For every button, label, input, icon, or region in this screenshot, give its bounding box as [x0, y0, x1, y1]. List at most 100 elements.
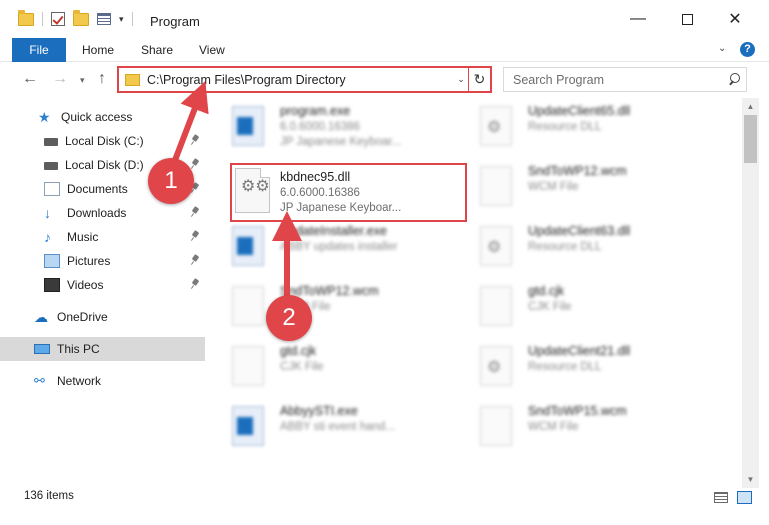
sidebar-item-pictures[interactable]: Pictures: [0, 249, 205, 273]
file-name: gtd.cjk: [280, 344, 317, 358]
divider: [42, 12, 43, 26]
file-name: kbdnec95.dll: [280, 170, 351, 184]
address-bar[interactable]: C:\Program Files\Program Directory ⌄ ↻: [117, 66, 492, 93]
address-history-chevron-icon[interactable]: ⌄: [454, 74, 468, 85]
sidebar-item-label: Music: [67, 230, 99, 244]
tab-file[interactable]: File: [12, 38, 66, 62]
file-type: Resource DLL: [528, 241, 602, 253]
ribbon-tabs: File Home Share View ⌄ ?: [0, 38, 769, 62]
sidebar-item-downloads[interactable]: ↓ Downloads: [0, 201, 205, 225]
up-button[interactable]: ↑: [98, 70, 106, 88]
settings-file-icon: [480, 346, 512, 386]
cloud-icon: ☁: [34, 309, 48, 325]
highlighted-file-item[interactable]: ⚙⚙ kbdnec95.dll 6.0.6000.16386 JP Japane…: [230, 163, 467, 222]
scroll-down-arrow-icon[interactable]: ▼: [742, 471, 759, 488]
search-icon[interactable]: [726, 70, 746, 90]
file-name: gtd.cjk: [528, 284, 565, 298]
file-item[interactable]: UpdateClient21.dll Resource DLL: [458, 338, 698, 396]
properties-check-icon[interactable]: [51, 12, 65, 26]
recent-locations-chevron-icon[interactable]: ▾: [80, 75, 85, 86]
maximize-button[interactable]: [664, 0, 710, 38]
file-name: UpdateClient63.dll: [528, 224, 631, 238]
file-item[interactable]: gtd.cjk CJK File: [458, 278, 698, 336]
file-name: UpdateClient21.dll: [528, 344, 631, 358]
pin-icon: [192, 279, 199, 289]
file-item[interactable]: program.exe 6.0.6000.16386 JP Japanese K…: [210, 98, 450, 156]
sidebar-item-this-pc[interactable]: This PC: [0, 337, 205, 361]
sidebar-item-quick-access[interactable]: ★ Quick access: [0, 105, 205, 129]
vertical-scrollbar[interactable]: ▲ ▼: [742, 98, 759, 488]
back-button[interactable]: ←: [22, 70, 38, 88]
file-description: JP Japanese Keyboar...: [280, 136, 402, 148]
file-version: 6.0.6000.16386: [280, 187, 360, 199]
close-icon: ✕: [728, 11, 742, 28]
file-name: AbbyySTI.exe: [280, 404, 358, 418]
maximize-icon: [681, 13, 693, 25]
file-description: JP Japanese Keyboar...: [280, 202, 402, 214]
folder-icon[interactable]: [18, 9, 34, 26]
address-path[interactable]: C:\Program Files\Program Directory: [147, 73, 454, 87]
sidebar-item-videos[interactable]: Videos: [0, 273, 205, 297]
quick-access-toolbar: ▾: [18, 9, 133, 26]
title-bar: ▾ Program — ✕: [0, 0, 769, 38]
sidebar-item-label: Network: [57, 374, 102, 388]
tab-home[interactable]: Home: [82, 38, 114, 62]
pin-icon: [192, 159, 199, 169]
file-type: CJK File: [528, 301, 572, 313]
network-icon: ⚯: [34, 373, 45, 388]
file-item[interactable]: gtd.cjk CJK File: [210, 338, 450, 396]
file-name: SndToWP15.wcm: [528, 404, 627, 418]
navigation-pane: ★ Quick access Local Disk (C:) Local Dis…: [0, 100, 207, 472]
sidebar-item-label: Pictures: [67, 254, 111, 268]
settings-file-icon: [480, 226, 512, 266]
sidebar-item-music[interactable]: ♪ Music: [0, 225, 205, 249]
file-item[interactable]: SndToWP12.wcm WCM File: [458, 158, 698, 216]
search-box[interactable]: Search Program: [503, 67, 747, 92]
sidebar-item-local-disk-c[interactable]: Local Disk (C:): [0, 129, 205, 153]
file-name: UpdateInstaller.exe: [280, 224, 388, 238]
sidebar-item-label: Videos: [67, 278, 104, 292]
navigation-bar: ← → ▾ ↑ C:\Program Files\Program Directo…: [0, 62, 769, 97]
file-item[interactable]: UpdateClient65.dll Resource DLL: [458, 98, 698, 156]
pin-icon: [192, 135, 199, 145]
file-item[interactable]: UpdateInstaller.exe ABBY updates install…: [210, 218, 450, 276]
forward-button[interactable]: →: [52, 70, 68, 88]
documents-icon: [44, 182, 60, 196]
search-input[interactable]: Search Program: [513, 73, 726, 87]
exe-file-icon: [232, 226, 264, 266]
star-icon: ★: [38, 109, 51, 125]
customize-toolbar-chevron-icon[interactable]: ▾: [119, 14, 124, 25]
divider: [131, 12, 133, 26]
file-icon: [480, 286, 512, 326]
file-item[interactable]: AbbyySTI.exe ABBY sti event hand...: [210, 398, 450, 456]
file-icon: [480, 166, 512, 206]
video-icon: [44, 278, 60, 292]
file-item[interactable]: UpdateClient63.dll Resource DLL: [458, 218, 698, 276]
sidebar-item-onedrive[interactable]: ☁ OneDrive: [0, 305, 205, 329]
file-type: ABBY updates installer: [280, 241, 398, 253]
sidebar-item-network[interactable]: ⚯ Network: [0, 369, 205, 393]
scroll-up-arrow-icon[interactable]: ▲: [742, 98, 759, 115]
file-item[interactable]: SndToWP15.wcm WCM File: [458, 398, 698, 456]
properties-icon[interactable]: [97, 13, 111, 25]
drive-icon: [44, 162, 58, 170]
exe-file-icon: [232, 106, 264, 146]
help-icon[interactable]: ?: [740, 42, 755, 57]
tab-view[interactable]: View: [199, 38, 225, 62]
large-icons-view-icon[interactable]: [737, 491, 752, 504]
pin-icon: [192, 231, 199, 241]
tab-share[interactable]: Share: [141, 38, 173, 62]
file-list: program.exe 6.0.6000.16386 JP Japanese K…: [210, 98, 740, 472]
file-type: WCM File: [528, 421, 579, 433]
file-item[interactable]: SndToWP12.wcm WCM File: [210, 278, 450, 336]
refresh-button[interactable]: ↻: [468, 68, 490, 91]
pin-icon: [192, 255, 199, 265]
sidebar-item-label: Local Disk (C:): [65, 134, 144, 148]
minimize-button[interactable]: —: [615, 0, 661, 38]
new-folder-icon[interactable]: [73, 9, 89, 26]
scroll-thumb[interactable]: [744, 115, 757, 163]
close-button[interactable]: ✕: [712, 0, 758, 38]
exe-file-icon: [232, 406, 264, 446]
details-view-icon[interactable]: [714, 492, 728, 503]
expand-ribbon-chevron-icon[interactable]: ⌄: [718, 43, 726, 54]
